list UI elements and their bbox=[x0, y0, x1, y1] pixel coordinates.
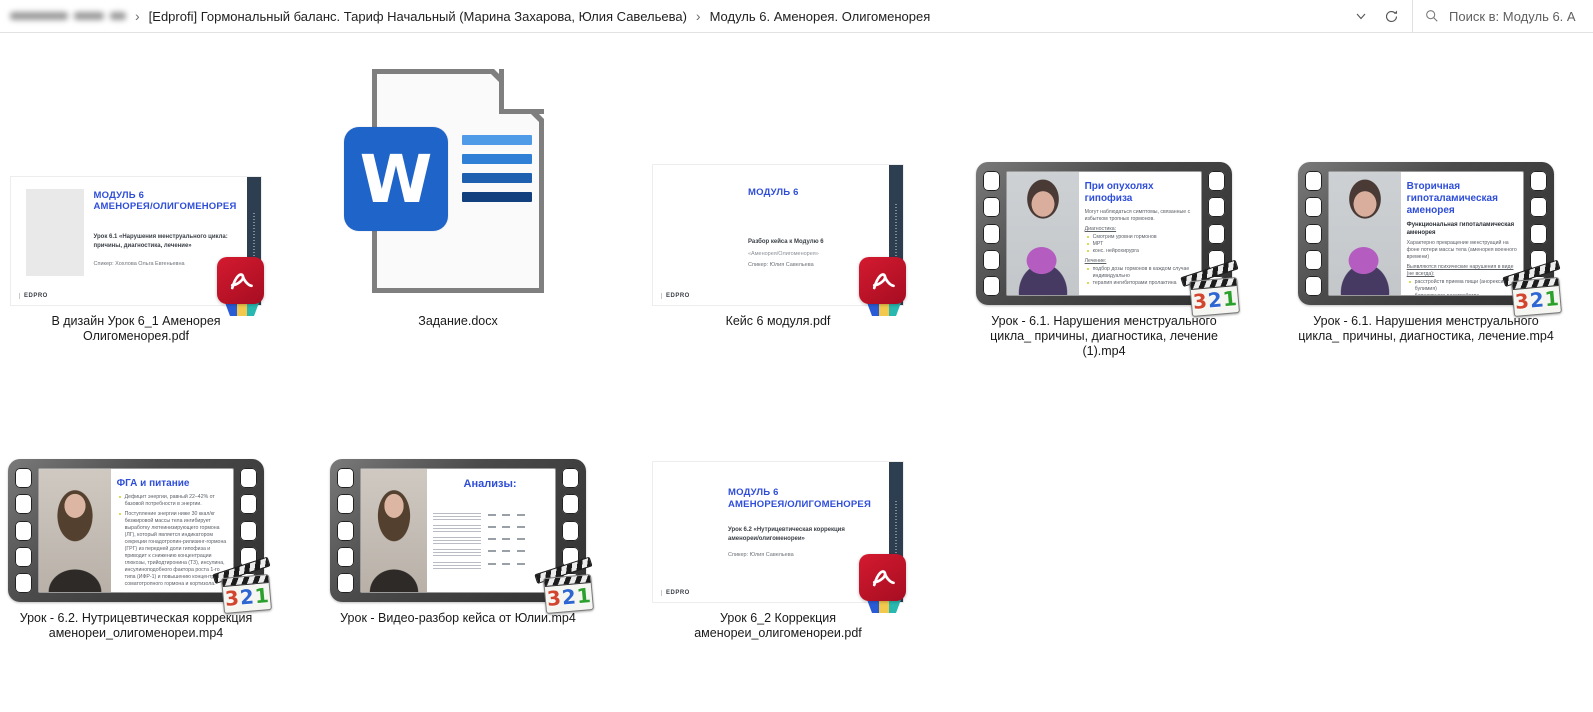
slide-heading: Выявляются психические нарушения в виде … bbox=[1407, 264, 1518, 278]
pdf-file-badge bbox=[211, 257, 267, 317]
file-name: Задание.docx bbox=[330, 314, 586, 329]
slide-image-placeholder bbox=[26, 189, 84, 276]
slide-speaker: Спикер: Хохлова Ольга Евгеньевна bbox=[94, 261, 185, 267]
refresh-button[interactable] bbox=[1376, 0, 1406, 32]
media-player-classic-badge: 321 bbox=[540, 562, 596, 614]
slide-bullet-list: Смотрим уровни гормонов МРТ конс. нейрох… bbox=[1085, 234, 1196, 255]
file-name: Урок - 6.2. Нутрицевтическая коррекция а… bbox=[0, 611, 272, 641]
address-dropdown-button[interactable] bbox=[1346, 0, 1376, 32]
file-tile-video[interactable]: Вторичная гипоталамическая аменорея Функ… bbox=[1292, 60, 1560, 344]
breadcrumb-item-module[interactable]: Модуль 6. Аменорея. Олигоменорея bbox=[706, 7, 935, 26]
edpro-logo: EDPRO bbox=[661, 590, 690, 596]
slide-speaker: Спикер: Юлия Савельева bbox=[728, 552, 794, 558]
search-box[interactable] bbox=[1413, 0, 1593, 32]
file-name: В дизайн Урок 6_1 Аменорея Олигоменорея.… bbox=[0, 314, 272, 344]
slide-lesson: Разбор кейса к Модулю 6 bbox=[748, 238, 886, 247]
pdf-file-badge bbox=[853, 554, 909, 614]
video-thumbnail: При опухолях гипофиза Могут наблюдаться … bbox=[976, 162, 1232, 305]
filmstrip-holes-icon bbox=[1305, 171, 1322, 296]
file-name: Урок - 6.1. Нарушения менструального цик… bbox=[1292, 314, 1560, 344]
file-tile-docx[interactable]: W Задание.docx bbox=[330, 60, 586, 329]
media-player-classic-badge: 321 bbox=[218, 562, 274, 614]
redacted-breadcrumb-item[interactable] bbox=[10, 12, 126, 20]
slide-title: МОДУЛЬ 6 bbox=[748, 187, 799, 199]
breadcrumb-item-course[interactable]: [Edprofi] Гормональный баланс. Тариф Нач… bbox=[145, 7, 691, 26]
file-name: Урок 6_2 Коррекция аменореи_олигоменореи… bbox=[650, 611, 906, 641]
speaker-photo bbox=[39, 469, 111, 592]
slide-title: Анализы: bbox=[431, 478, 549, 490]
edpro-logo: EDPRO bbox=[19, 293, 48, 299]
slide-title: ФГА и питание bbox=[117, 478, 228, 490]
video-thumbnail: Вторичная гипоталамическая аменорея Функ… bbox=[1298, 162, 1554, 305]
file-tile-pdf[interactable]: МОДУЛЬ 6АМЕНОРЕЯ/ОЛИГОМЕНОРЕЯ Урок 6.2 «… bbox=[650, 452, 906, 641]
acrobat-pdf-icon bbox=[859, 554, 906, 601]
slide-subtitle: «Аменорея/Олигоменорея» bbox=[748, 250, 819, 258]
media-player-classic-badge: 321 bbox=[1186, 265, 1242, 317]
slide-title: МОДУЛЬ 6АМЕНОРЕЯ/ОЛИГОМЕНОРЕЯ bbox=[728, 487, 891, 510]
slide-bullet-list: подбор дозы гормонов в каждом случае инд… bbox=[1085, 266, 1196, 287]
slide-title: МОДУЛЬ 6АМЕНОРЕЯ/ОЛИГОМЕНОРЕЯ bbox=[94, 190, 249, 213]
filmstrip-holes-icon bbox=[337, 468, 354, 593]
explorer-top-bar: › [Edprofi] Гормональный баланс. Тариф Н… bbox=[0, 0, 1593, 33]
slide-bullet-list: расстройств приема пищи (анорексия, були… bbox=[1407, 279, 1518, 296]
edpro-logo: EDPRO bbox=[661, 293, 690, 299]
slide-bullet-list: Дефицит энергии, равный 22–42% от базово… bbox=[117, 494, 228, 588]
speaker-photo bbox=[361, 469, 427, 592]
acrobat-pdf-icon bbox=[859, 257, 906, 304]
filmstrip-holes-icon bbox=[983, 171, 1000, 296]
refresh-icon bbox=[1384, 9, 1399, 24]
media-player-classic-badge: 321 bbox=[1508, 265, 1564, 317]
file-tile-video[interactable]: ФГА и питание Дефицит энергии, равный 22… bbox=[0, 452, 272, 641]
word-document-icon: W bbox=[372, 69, 544, 293]
speaker-photo bbox=[1007, 172, 1079, 295]
pdf-file-badge bbox=[853, 257, 909, 317]
file-name: Урок - 6.1. Нарушения менструального цик… bbox=[976, 314, 1232, 359]
acrobat-pdf-icon bbox=[217, 257, 264, 304]
slide-text: Могут наблюдаться симптомы, связанные с … bbox=[1085, 209, 1196, 223]
chevron-down-icon bbox=[1355, 10, 1367, 22]
slide-heading: Диагностика: bbox=[1085, 226, 1196, 233]
speaker-photo bbox=[1329, 172, 1401, 295]
slide-title: Вторичная гипоталамическая аменорея bbox=[1407, 181, 1518, 217]
breadcrumb-separator-icon: › bbox=[130, 8, 145, 24]
file-tile-video[interactable]: Анализы: 321 Урок - Видео bbox=[330, 452, 586, 626]
file-tile-pdf[interactable]: МОДУЛЬ 6АМЕНОРЕЯ/ОЛИГОМЕНОРЕЯ Урок 6.1 «… bbox=[0, 60, 272, 344]
filmstrip-holes-icon bbox=[15, 468, 32, 593]
page-fold-icon bbox=[499, 69, 544, 114]
video-thumbnail: ФГА и питание Дефицит энергии, равный 22… bbox=[8, 459, 264, 602]
document-lines-icon bbox=[462, 135, 532, 211]
slide-title: При опухолях гипофиза bbox=[1085, 181, 1196, 205]
slide-text: Характерно прекращение менструаций на фо… bbox=[1407, 240, 1518, 261]
pdf-thumbnail: МОДУЛЬ 6АМЕНОРЕЯ/ОЛИГОМЕНОРЕЯ Урок 6.1 «… bbox=[11, 177, 261, 305]
file-tile-video[interactable]: При опухолях гипофиза Могут наблюдаться … bbox=[976, 60, 1232, 359]
pdf-thumbnail: МОДУЛЬ 6 Разбор кейса к Модулю 6 «Аменор… bbox=[653, 165, 903, 305]
breadcrumb-separator-icon: › bbox=[691, 8, 706, 24]
slide-heading: Лечение: bbox=[1085, 258, 1196, 265]
video-thumbnail: Анализы: 321 bbox=[330, 459, 586, 602]
search-input[interactable] bbox=[1449, 9, 1589, 24]
file-tile-pdf[interactable]: МОДУЛЬ 6 Разбор кейса к Модулю 6 «Аменор… bbox=[650, 60, 906, 329]
search-icon bbox=[1425, 9, 1439, 23]
slide-lesson: Урок 6.1 «Нарушения менструального цикла… bbox=[94, 233, 239, 250]
pdf-thumbnail: МОДУЛЬ 6АМЕНОРЕЯ/ОЛИГОМЕНОРЕЯ Урок 6.2 «… bbox=[653, 462, 903, 602]
word-logo-icon: W bbox=[344, 127, 448, 231]
slide-speaker: Спикер: Юлия Савельева bbox=[748, 262, 814, 268]
slide-lesson: Урок 6.2 «Нутрицевтическая коррекция аме… bbox=[728, 526, 873, 543]
slide-subtitle: Функциональная гипоталамическая аменорея bbox=[1407, 221, 1518, 237]
lab-results-table bbox=[433, 513, 547, 571]
address-bar[interactable]: › [Edprofi] Гормональный баланс. Тариф Н… bbox=[0, 0, 1413, 32]
